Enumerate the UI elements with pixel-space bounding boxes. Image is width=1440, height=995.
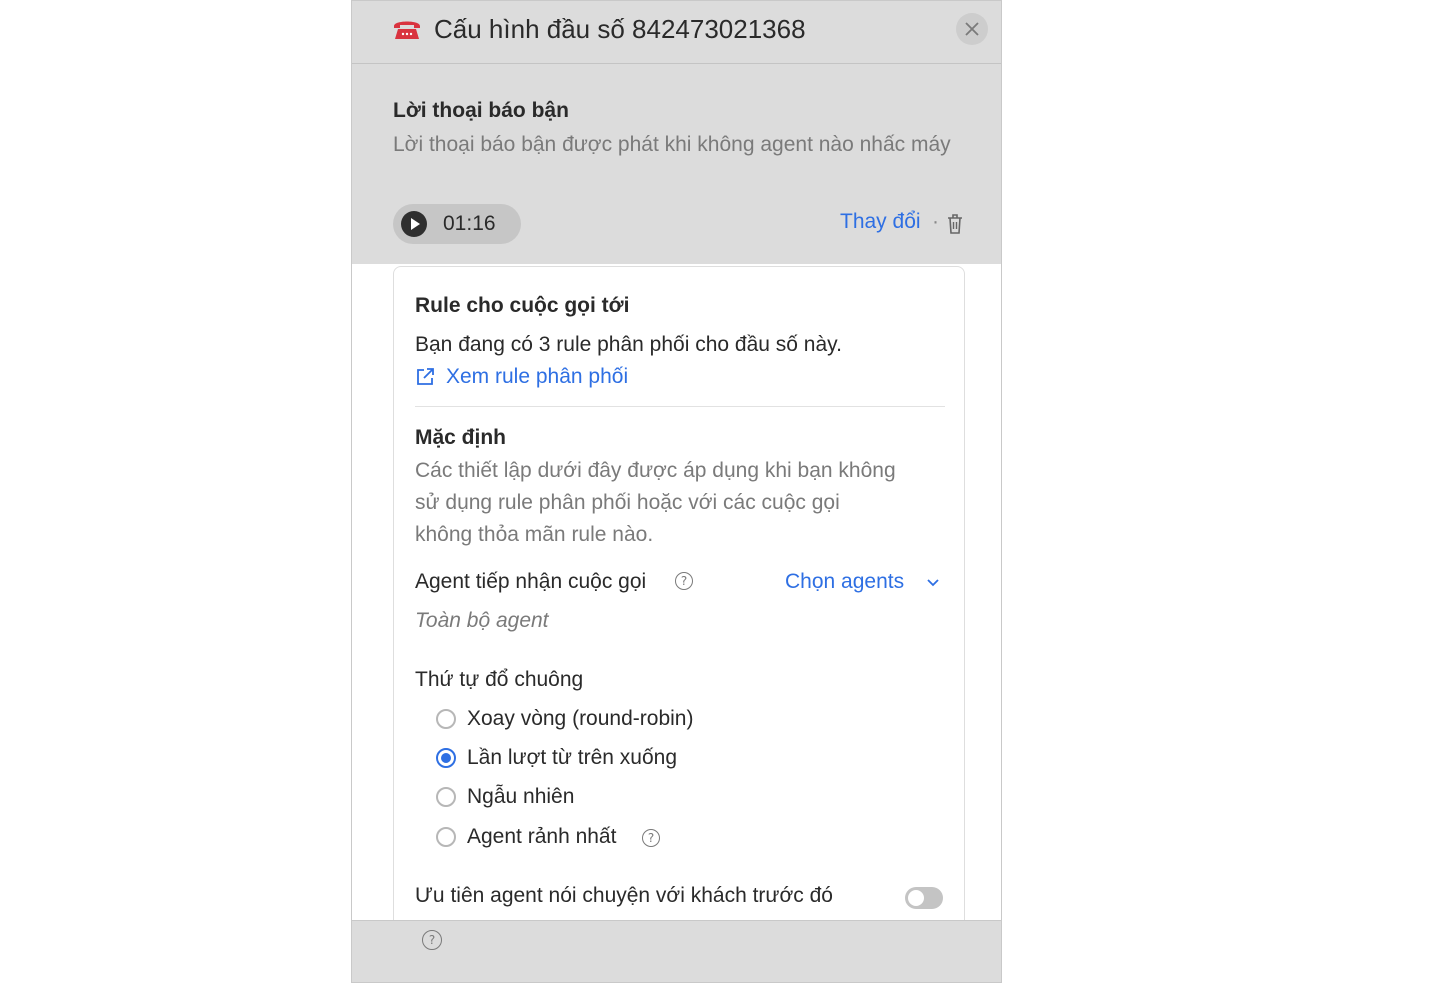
trash-icon[interactable]	[945, 213, 965, 235]
panel-header: Cấu hình đầu số 842473021368	[352, 1, 1001, 64]
radio-label[interactable]: Xoay vòng (round-robin)	[467, 707, 693, 731]
agent-value: Toàn bộ agent	[415, 609, 549, 632]
default-description-line: Các thiết lập dưới đây được áp dụng khi …	[415, 459, 896, 482]
help-icon[interactable]: ?	[642, 829, 660, 847]
rule-title: Rule cho cuộc gọi tới	[415, 294, 630, 317]
audio-player[interactable]: 01:16	[393, 204, 521, 244]
play-icon[interactable]	[400, 210, 428, 238]
chevron-down-icon[interactable]	[927, 577, 939, 587]
radio-sequential[interactable]	[436, 748, 456, 768]
ring-order-label: Thứ tự đổ chuông	[415, 668, 584, 691]
rule-description: Bạn đang có 3 rule phân phối cho đầu số …	[415, 333, 842, 356]
audio-duration: 01:16	[443, 212, 496, 235]
close-button[interactable]	[956, 13, 988, 45]
radio-label[interactable]: Ngẫu nhiên	[467, 785, 574, 809]
help-icon[interactable]: ?	[422, 930, 442, 950]
page-title: Cấu hình đầu số 842473021368	[434, 14, 806, 44]
default-description-line: không thỏa mãn rule nào.	[415, 523, 654, 546]
external-link-icon[interactable]	[415, 367, 435, 387]
choose-agents-dropdown[interactable]: Chọn agents	[785, 570, 904, 594]
help-icon[interactable]: ?	[675, 572, 693, 590]
close-icon	[965, 22, 979, 36]
radio-label[interactable]: Agent rảnh nhất	[467, 825, 616, 849]
config-panel: Cấu hình đầu số 842473021368 Lời thoại b…	[351, 0, 1002, 983]
divider	[415, 406, 945, 407]
default-title: Mặc định	[415, 426, 507, 449]
busy-message-title: Lời thoại báo bận	[393, 99, 569, 122]
phone-icon	[394, 21, 420, 39]
separator-dot: ·	[932, 210, 939, 233]
default-description-line: sử dụng rule phân phối hoặc với các cuộc…	[415, 491, 840, 514]
agent-receiver-label: Agent tiếp nhận cuộc gọi	[415, 570, 647, 593]
busy-message-section: Lời thoại báo bận Lời thoại báo bận được…	[352, 64, 1001, 264]
change-audio-link[interactable]: Thay đổi	[840, 210, 921, 234]
priority-label: Ưu tiên agent nói chuyện với khách trước…	[415, 884, 833, 907]
modal-footer-overlay: ?	[352, 920, 1001, 982]
view-rules-link[interactable]: Xem rule phân phối	[446, 365, 628, 389]
radio-idle-agent[interactable]	[436, 827, 456, 847]
radio-round-robin[interactable]	[436, 709, 456, 729]
rule-card: Rule cho cuộc gọi tới Bạn đang có 3 rule…	[393, 266, 965, 974]
busy-message-description: Lời thoại báo bận được phát khi không ag…	[393, 133, 951, 156]
radio-label[interactable]: Lần lượt từ trên xuống	[467, 746, 677, 770]
priority-toggle[interactable]	[905, 887, 943, 909]
radio-random[interactable]	[436, 787, 456, 807]
